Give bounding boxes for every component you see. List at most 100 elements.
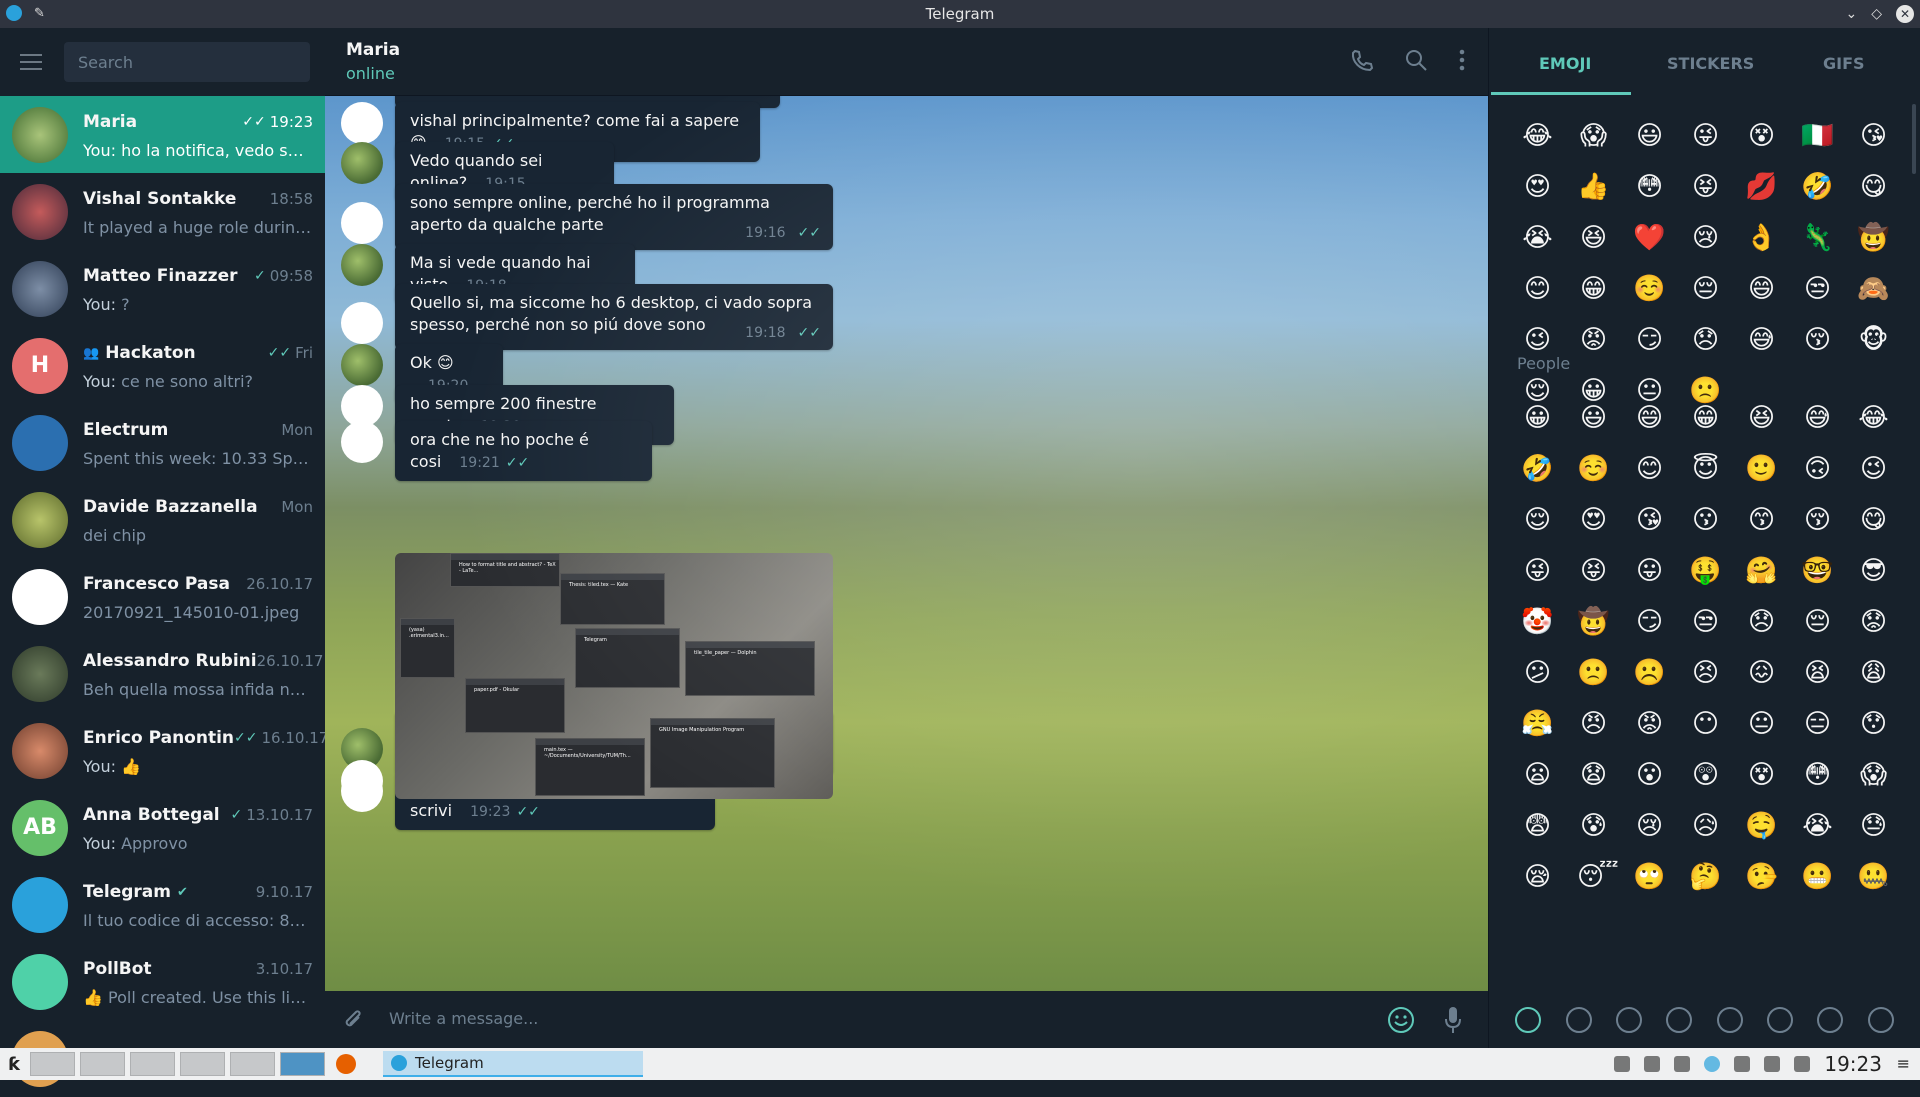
message-bubble[interactable]: sono sempre online, perché ho il program… xyxy=(395,184,833,250)
emoji-button[interactable]: 😵 xyxy=(1745,759,1778,792)
emoji-button[interactable]: 😴 xyxy=(1577,861,1619,894)
emoji-button[interactable]: 💋 xyxy=(1745,171,1778,204)
emoji-button[interactable]: 😚 xyxy=(1801,504,1834,537)
emoji-button[interactable]: 😱 xyxy=(1857,759,1890,792)
emoji-button[interactable]: 😁 xyxy=(1577,273,1610,306)
emoji-button[interactable]: 😄 xyxy=(1745,273,1778,306)
chat-item[interactable]: Francesco Pasa 26.10.17 20170921_145010-01… xyxy=(0,558,325,635)
maria-avatar[interactable] xyxy=(341,344,383,386)
emoji-button[interactable]: 🤠 xyxy=(1577,606,1610,639)
emoji-button[interactable]: 🙈 xyxy=(1857,273,1890,306)
taskbar-menu-icon[interactable]: ≡ xyxy=(1897,1054,1910,1073)
display-icon[interactable] xyxy=(1764,1056,1780,1072)
emoji-button[interactable]: 😋 xyxy=(1857,171,1890,204)
emoji-button[interactable]: 😒 xyxy=(1689,606,1722,639)
emoji-button[interactable]: 😰 xyxy=(1577,810,1610,843)
desktop-2[interactable] xyxy=(79,1052,125,1076)
emoji-button[interactable]: 😅 xyxy=(1745,324,1778,357)
emoji-button[interactable]: 😔 xyxy=(1801,606,1834,639)
emoji-button[interactable]: ☺️ xyxy=(1577,453,1610,486)
emoji-button[interactable]: 😢 xyxy=(1633,810,1666,843)
emoji-button[interactable]: 🙁 xyxy=(1577,657,1610,690)
animals-category-icon[interactable] xyxy=(1615,1006,1642,1033)
maria-avatar[interactable] xyxy=(341,728,383,770)
emoji-button[interactable]: 😓 xyxy=(1857,810,1890,843)
tray-icon-3[interactable] xyxy=(1674,1056,1690,1072)
emoji-button[interactable]: 😯 xyxy=(1857,708,1890,741)
chat-item[interactable]: Davide Bazzanella Mon dei chip xyxy=(0,481,325,558)
emoji-button[interactable]: 🙄 xyxy=(1633,861,1666,894)
emoji-button[interactable]: 🤐 xyxy=(1857,861,1890,894)
emoji-button[interactable]: 😳 xyxy=(1801,759,1834,792)
emoji-button[interactable]: 🙂 xyxy=(1745,453,1778,486)
emoji-button[interactable]: 😱 xyxy=(1577,120,1610,153)
chat-item[interactable]: Vishal Sontakke 18:58 It played a huge rol… xyxy=(0,173,325,250)
search-input[interactable]: Search xyxy=(64,42,310,82)
emoji-button[interactable]: 😠 xyxy=(1577,708,1610,741)
emoji-button[interactable]: 😊 xyxy=(1633,453,1666,486)
emoji-button[interactable]: 😞 xyxy=(1745,606,1778,639)
emoji-button[interactable]: 😇 xyxy=(1689,453,1722,486)
chat-item[interactable]: Telegram ✔ 9.10.17 Il tuo codice di accesso… xyxy=(0,866,325,943)
emoji-button[interactable]: 😵 xyxy=(1745,120,1778,153)
volume-icon[interactable] xyxy=(1734,1056,1750,1072)
tab-stickers[interactable]: STICKERS xyxy=(1667,54,1754,73)
emoji-button[interactable]: 😃 xyxy=(1577,402,1610,435)
food-category-icon[interactable] xyxy=(1666,1006,1693,1033)
emoji-button[interactable]: 😌 xyxy=(1521,504,1554,537)
emoji-button[interactable]: 😲 xyxy=(1689,759,1722,792)
tray-icon-2[interactable] xyxy=(1644,1056,1660,1072)
emoji-button[interactable]: 😳 xyxy=(1633,171,1666,204)
emoji-button[interactable]: 😍 xyxy=(1577,504,1610,537)
maximize-icon[interactable]: ◇ xyxy=(1871,6,1882,22)
emoji-button[interactable]: 😝 xyxy=(1577,555,1610,588)
user-avatar[interactable] xyxy=(341,760,383,802)
user-avatar[interactable] xyxy=(341,102,383,144)
emoji-button[interactable]: 😅 xyxy=(1801,402,1834,435)
menu-icon[interactable] xyxy=(20,54,42,70)
emoji-icon[interactable] xyxy=(1387,1006,1415,1034)
emoji-button[interactable]: 😏 xyxy=(1633,606,1666,639)
emoji-button[interactable]: 😊 xyxy=(1521,273,1554,306)
emoji-button[interactable]: 👌 xyxy=(1745,222,1778,255)
more-vertical-icon[interactable] xyxy=(1458,48,1466,72)
maria-avatar[interactable] xyxy=(341,244,383,286)
emoji-button[interactable]: 🙃 xyxy=(1801,453,1834,486)
emoji-button[interactable]: 😆 xyxy=(1745,402,1778,435)
phone-icon[interactable] xyxy=(1350,48,1374,72)
emoji-button[interactable]: 😭 xyxy=(1801,810,1834,843)
emoji-button[interactable]: 😶 xyxy=(1689,708,1722,741)
emoji-button[interactable]: 😏 xyxy=(1633,324,1666,357)
taskbar-task-telegram[interactable]: Telegram xyxy=(383,1051,643,1077)
emoji-button[interactable]: ❤️ xyxy=(1633,222,1666,255)
emoji-button[interactable]: 😢 xyxy=(1689,222,1722,255)
sports-category-icon[interactable] xyxy=(1716,1006,1743,1033)
emoji-button[interactable]: 😐 xyxy=(1745,708,1778,741)
chat-item[interactable]: AB Anna Bottegal ✓ 13.10.17 You: Approvo xyxy=(0,789,325,866)
chat-item[interactable]: PollBot 3.10.17 👍 Poll created. Use this l… xyxy=(0,943,325,1020)
emoji-button[interactable]: 😉 xyxy=(1521,324,1554,357)
emoji-button[interactable]: 😣 xyxy=(1689,657,1722,690)
emoji-button[interactable]: 😤 xyxy=(1521,708,1554,741)
emoji-button[interactable]: 😨 xyxy=(1521,810,1554,843)
app-launcher-icon[interactable]: ƙ xyxy=(8,1054,20,1075)
emoji-button[interactable]: 😁 xyxy=(1689,402,1722,435)
user-avatar[interactable] xyxy=(341,421,383,463)
message-bubble[interactable]: Ma si vede quando hai visto 19:18 xyxy=(395,244,635,304)
emoji-button[interactable]: 😜 xyxy=(1689,120,1722,153)
desktop-6[interactable] xyxy=(279,1052,325,1076)
tray-icon-1[interactable] xyxy=(1614,1056,1630,1072)
message-bubble[interactable]: ho sempre 200 finestre aperte 19:20 ✓✓ xyxy=(395,385,674,445)
emoji-button[interactable]: 😘 xyxy=(1857,120,1890,153)
emoji-button[interactable]: 😖 xyxy=(1745,657,1778,690)
symbols-category-icon[interactable] xyxy=(1867,1006,1894,1033)
emoji-button[interactable]: 🤔 xyxy=(1689,861,1722,894)
emoji-button[interactable]: 😝 xyxy=(1689,171,1722,204)
emoji-button[interactable]: 🐵 xyxy=(1857,324,1890,357)
maria-avatar[interactable] xyxy=(341,142,383,184)
clock[interactable]: 19:23 xyxy=(1824,1052,1882,1076)
pin-icon[interactable]: ✎ xyxy=(34,6,45,21)
emoji-button[interactable]: 😉 xyxy=(1857,453,1890,486)
people-category-icon[interactable] xyxy=(1565,1006,1592,1033)
emoji-button[interactable]: 👍 xyxy=(1577,171,1610,204)
